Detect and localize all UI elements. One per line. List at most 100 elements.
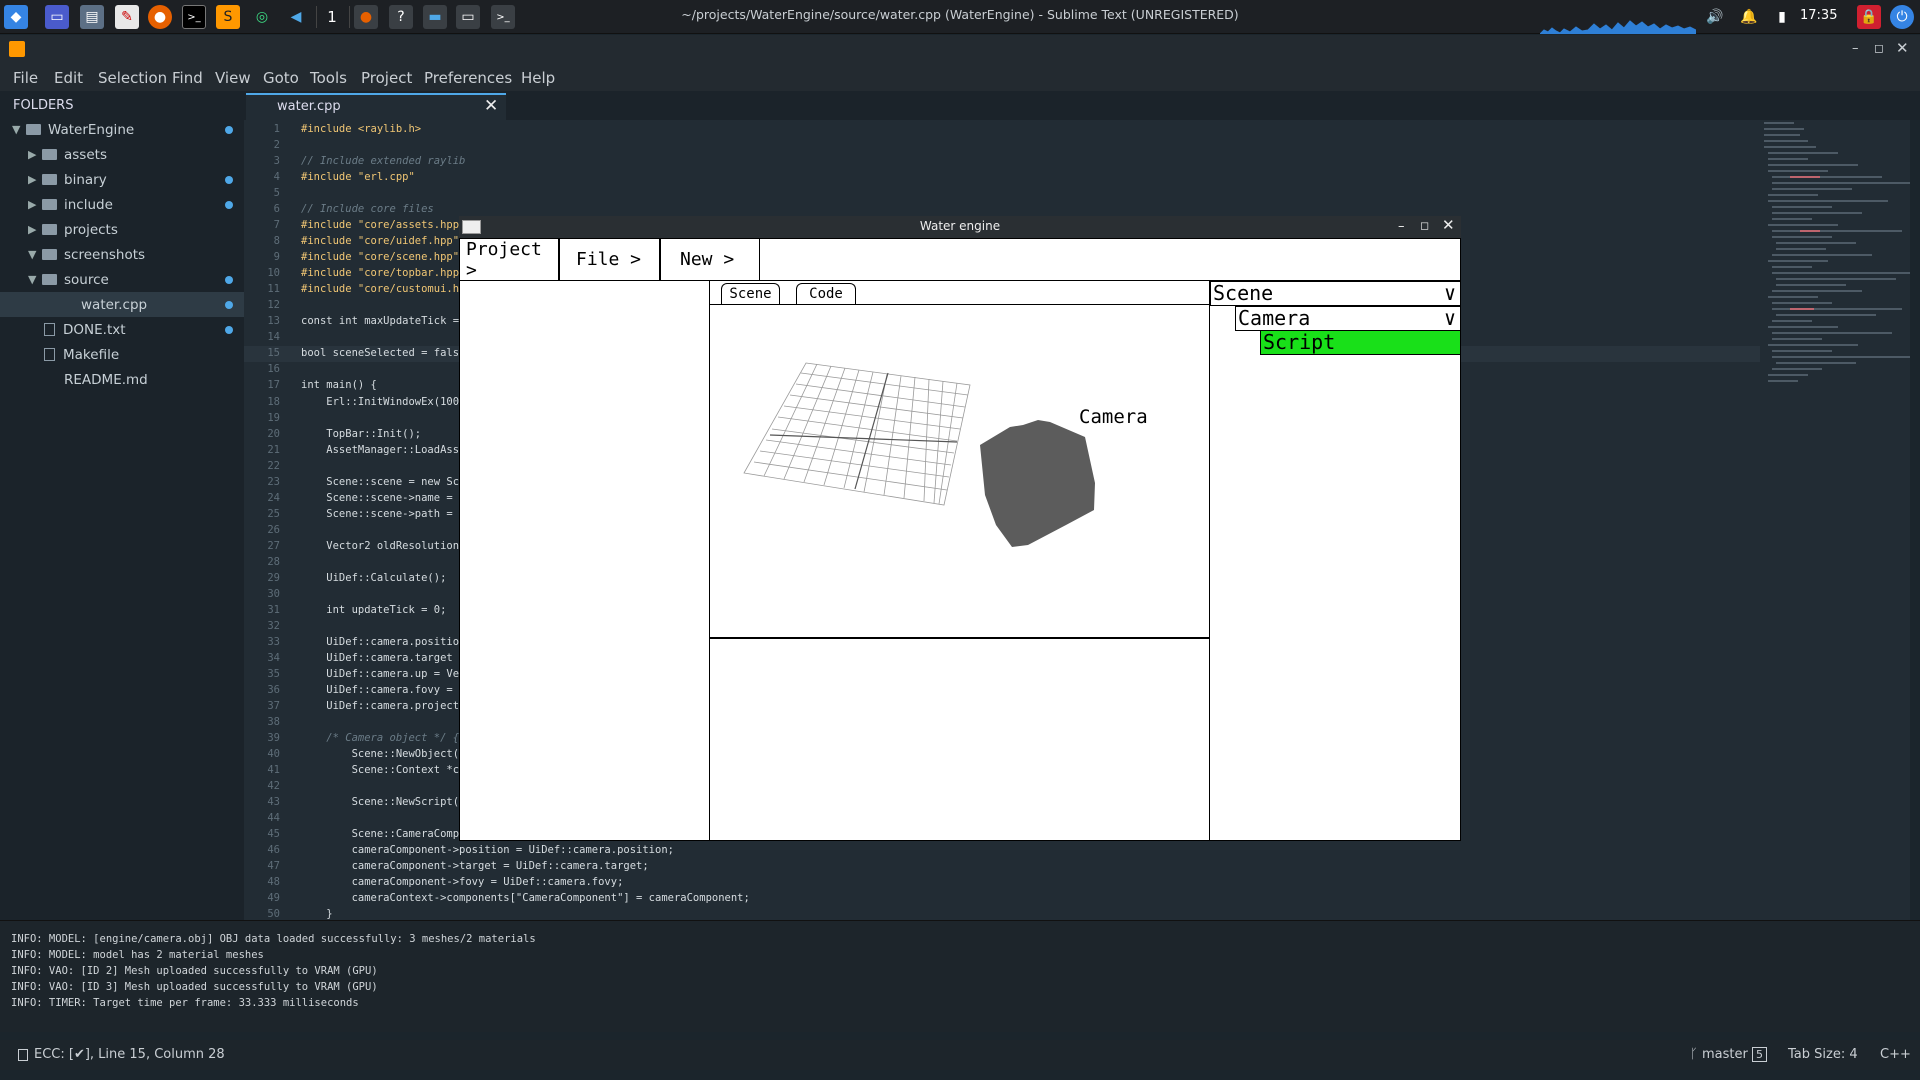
- sublime-logo-icon: [9, 41, 25, 57]
- modified-dot-icon: [225, 125, 233, 134]
- modified-dot-icon: [225, 300, 233, 309]
- line-number: 26: [267, 524, 280, 536]
- sidebar-item-binary[interactable]: ▶ binary: [0, 167, 244, 192]
- code-line: bool sceneSelected = false: [301, 347, 466, 359]
- we-tab-scene[interactable]: Scene: [721, 283, 780, 304]
- file-icon: [44, 323, 55, 336]
- we-tab-code[interactable]: Code: [796, 283, 856, 304]
- menu-selection[interactable]: Selection: [98, 69, 167, 87]
- line-number: 32: [267, 620, 280, 632]
- status-syntax[interactable]: C++: [1880, 1047, 1911, 1062]
- sidebar-item-readme[interactable]: README.md: [0, 367, 244, 392]
- code-line: Vector2 oldResolution: [301, 540, 460, 552]
- line-number: 5: [273, 187, 280, 199]
- we-new-menu-button[interactable]: New >: [660, 238, 760, 281]
- hierarchy-item-scene[interactable]: Scene ∨: [1210, 281, 1461, 306]
- menu-find[interactable]: Find: [172, 69, 203, 87]
- chevron-right-icon: ▶: [28, 223, 37, 236]
- code-line: const int maxUpdateTick =: [301, 315, 460, 327]
- menu-goto[interactable]: Goto: [263, 69, 299, 87]
- we-hierarchy-panel[interactable]: [1209, 280, 1461, 841]
- line-number: 45: [267, 828, 280, 840]
- sidebar-item-include[interactable]: ▶ include: [0, 192, 244, 217]
- code-line: Scene::NewScript(': [301, 796, 466, 808]
- menu-project[interactable]: Project: [361, 69, 412, 87]
- menu-file[interactable]: File: [13, 69, 38, 87]
- line-number: 42: [267, 780, 280, 792]
- menu-tools[interactable]: Tools: [310, 69, 347, 87]
- sidebar-item-label: include: [64, 196, 113, 213]
- sidebar-item-label: binary: [64, 171, 107, 188]
- line-number: 23: [267, 476, 280, 488]
- minimap[interactable]: [1760, 120, 1912, 920]
- code-line: Scene::scene->path = {: [301, 508, 466, 520]
- code-line: /* Camera object */ {: [301, 732, 460, 744]
- folder-icon: [42, 249, 57, 260]
- we-scene-viewport[interactable]: Camera: [710, 304, 1210, 639]
- tab-close-icon[interactable]: ✕: [484, 96, 498, 116]
- line-number: 7: [273, 219, 280, 231]
- chevron-down-icon[interactable]: ∨: [1444, 307, 1456, 330]
- line-number: 44: [267, 812, 280, 824]
- line-number: 18: [267, 396, 280, 408]
- we-left-panel[interactable]: [459, 280, 710, 841]
- code-line: cameraContext->components["CameraCompone…: [301, 892, 750, 904]
- line-number: 40: [267, 748, 280, 760]
- code-line: int main() {: [301, 379, 377, 391]
- folder-icon: [42, 199, 57, 210]
- menu-view[interactable]: View: [215, 69, 251, 87]
- code-line: UiDef::camera.up = Vec: [301, 668, 466, 680]
- we-file-menu-button[interactable]: File >: [559, 238, 660, 281]
- code-line: Scene::CameraCompo: [301, 828, 466, 840]
- menu-help[interactable]: Help: [521, 69, 555, 87]
- line-number: 30: [267, 588, 280, 600]
- code-line: UiDef::camera.projecti: [301, 700, 466, 712]
- panel-toggle-icon[interactable]: [18, 1049, 28, 1061]
- modified-dot-icon: [225, 275, 233, 284]
- sidebar-item-label: projects: [64, 221, 118, 238]
- line-number: 50: [267, 908, 280, 920]
- code-line: AssetManager::LoadAsse: [301, 444, 466, 456]
- status-position[interactable]: ECC: [✔], Line 15, Column 28: [34, 1047, 225, 1062]
- we-minimize-icon[interactable]: –: [1398, 219, 1405, 234]
- chevron-right-icon: ▶: [28, 173, 37, 186]
- sidebar-item-waterengine[interactable]: ▼ WaterEngine: [0, 117, 244, 142]
- maximize-icon[interactable]: ◻: [1874, 41, 1884, 55]
- code-line: #include "erl.cpp": [301, 171, 415, 183]
- status-git-branch[interactable]: ᚴ master 5: [1690, 1047, 1767, 1062]
- sidebar-item-projects[interactable]: ▶ projects: [0, 217, 244, 242]
- status-tab-size[interactable]: Tab Size: 4: [1788, 1047, 1858, 1062]
- menu-edit[interactable]: Edit: [54, 69, 83, 87]
- sidebar-item-label: screenshots: [64, 246, 146, 263]
- sidebar-item-source[interactable]: ▼ source: [0, 267, 244, 292]
- we-maximize-icon[interactable]: ◻: [1420, 219, 1429, 232]
- chevron-down-icon: ▼: [28, 248, 37, 261]
- we-close-icon[interactable]: ✕: [1442, 216, 1455, 234]
- hierarchy-item-script[interactable]: Script: [1260, 330, 1461, 355]
- sidebar-item-done-txt[interactable]: DONE.txt: [0, 317, 244, 342]
- chevron-down-icon[interactable]: ∨: [1444, 282, 1456, 305]
- close-icon[interactable]: ✕: [1896, 39, 1909, 57]
- code-line: // Include extended raylib: [301, 155, 466, 167]
- tab-label: water.cpp: [277, 99, 341, 114]
- sidebar-item-screenshots[interactable]: ▼ screenshots: [0, 242, 244, 267]
- minimize-icon[interactable]: –: [1852, 41, 1859, 56]
- line-number: 31: [267, 604, 280, 616]
- folder-icon: [42, 149, 57, 160]
- line-number: 15: [267, 347, 280, 359]
- menu-preferences[interactable]: Preferences: [424, 69, 512, 87]
- sidebar-item-assets[interactable]: ▶ assets: [0, 142, 244, 167]
- hierarchy-item-camera[interactable]: Camera ∨: [1235, 306, 1461, 331]
- sidebar-item-water-cpp[interactable]: water.cpp: [0, 292, 244, 317]
- file-icon: [44, 348, 55, 361]
- code-line: cameraComponent->fovy = UiDef::camera.fo…: [301, 876, 624, 888]
- code-line: UiDef::camera.position: [301, 636, 466, 648]
- menu-bar: File Edit Selection Find View Goto Tools…: [0, 65, 1920, 91]
- hierarchy-label: Scene: [1213, 281, 1274, 305]
- viewport-camera-label: Camera: [1079, 406, 1148, 428]
- folder-icon: [42, 224, 57, 235]
- sidebar-item-makefile[interactable]: Makefile: [0, 342, 244, 367]
- line-number: 19: [267, 412, 280, 424]
- code-line: }: [301, 908, 333, 920]
- we-project-menu-button[interactable]: Project >: [459, 238, 559, 281]
